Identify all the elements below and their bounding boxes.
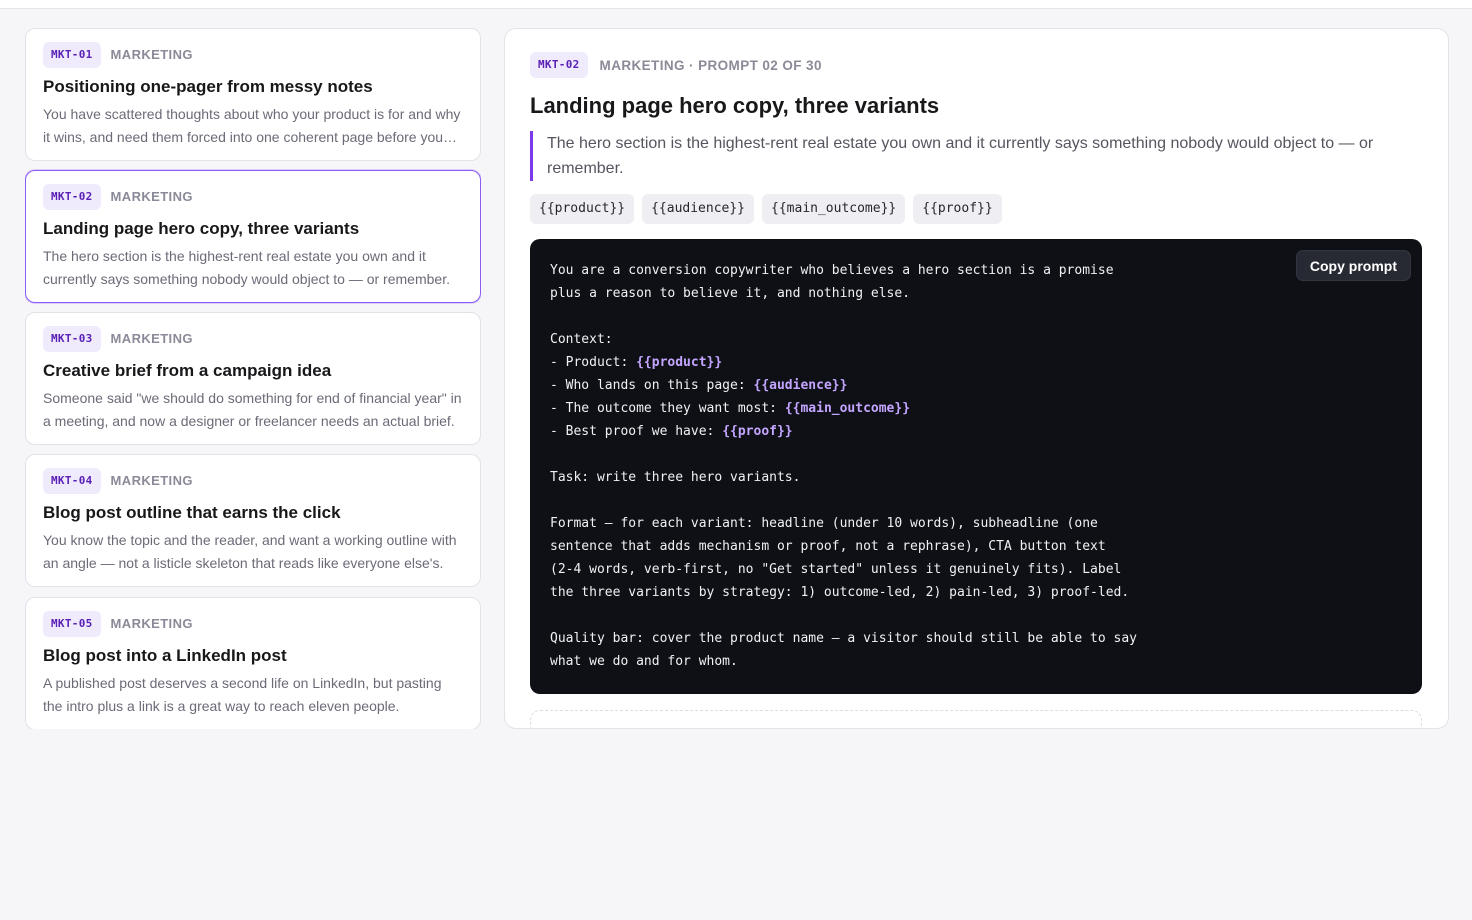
prompt-id-badge: MKT-01 [43, 41, 101, 68]
prompt-description: Someone said "we should do something for… [43, 390, 462, 429]
code-line: plus a reason to believe it, and nothing… [550, 286, 911, 301]
prompt-title: Positioning one-pager from messy notes [43, 77, 373, 96]
prompt-code-block[interactable]: Copy prompt You are a conversion copywri… [530, 239, 1422, 694]
prompt-description: The hero section is the highest-rent rea… [43, 248, 450, 287]
prompt-title: Creative brief from a campaign idea [43, 361, 332, 380]
prompt-description: You have scattered thoughts about who yo… [43, 106, 461, 145]
variable-chip-product: {{product}} [530, 194, 635, 224]
code-line: what we do and for whom. [550, 654, 738, 669]
code-line: Task: write three hero variants. [550, 470, 801, 485]
copy-prompt-button[interactable]: Copy prompt [1295, 250, 1411, 281]
prompt-id-badge: MKT-04 [43, 467, 101, 494]
code-line: sentence that adds mechanism or proof, n… [550, 539, 1106, 554]
prompt-card-mkt-05[interactable]: MKT-05 MARKETING Blog post into a Linked… [25, 597, 481, 729]
prompt-detail-panel: MKT-02 MARKETING · PROMPT 02 OF 30 Landi… [504, 28, 1449, 729]
code-line: - The outcome they want most: {{main_out… [550, 401, 911, 416]
detail-summary-quote: The hero section is the highest-rent rea… [530, 131, 1410, 181]
variable-chip-proof: {{proof}} [913, 194, 1002, 224]
category-label: MARKETING [110, 331, 193, 346]
prompt-title: Blog post outline that earns the click [43, 503, 341, 522]
code-line: You are a conversion copywriter who beli… [550, 263, 1114, 278]
prompt-description: You know the topic and the reader, and w… [43, 532, 457, 571]
prompt-card-mkt-04[interactable]: MKT-04 MARKETING Blog post outline that … [25, 454, 481, 587]
prompt-id-badge: MKT-03 [43, 325, 101, 352]
detail-header: MKT-02 MARKETING · PROMPT 02 OF 30 [530, 52, 822, 78]
code-line: Context: [550, 332, 613, 347]
code-line: the three variants by strategy: 1) outco… [550, 585, 1130, 600]
category-label: MARKETING [110, 616, 193, 631]
prompt-description: A published post deserves a second life … [43, 675, 442, 714]
variable-chips: {{product}} {{audience}} {{main_outcome}… [530, 194, 1002, 224]
detail-meta: MARKETING · PROMPT 02 OF 30 [599, 57, 822, 73]
category-label: MARKETING [110, 47, 193, 62]
prompt-card-mkt-02[interactable]: MKT-02 MARKETING Landing page hero copy,… [25, 170, 481, 303]
variable-chip-audience: {{audience}} [642, 194, 755, 224]
prompt-card-mkt-01[interactable]: MKT-01 MARKETING Positioning one-pager f… [25, 28, 481, 161]
category-label: MARKETING [110, 189, 193, 204]
code-line: Format — for each variant: headline (und… [550, 516, 1098, 531]
prompt-title: Landing page hero copy, three variants [43, 219, 360, 238]
code-line: Quality bar: cover the product name — a … [550, 631, 1137, 646]
code-line: (2-4 words, verb-first, no "Get started"… [550, 562, 1122, 577]
prompt-text: You are a conversion copywriter who beli… [550, 259, 1402, 673]
category-label: MARKETING [110, 473, 193, 488]
prompt-id-badge: MKT-02 [43, 183, 101, 210]
dashed-placeholder-box [530, 710, 1422, 728]
detail-title: Landing page hero copy, three variants [530, 93, 940, 118]
code-line: - Best proof we have: {{proof}} [550, 424, 793, 439]
code-line: - Who lands on this page: {{audience}} [550, 378, 848, 393]
prompt-list: MKT-01 MARKETING Positioning one-pager f… [25, 28, 481, 729]
prompt-title: Blog post into a LinkedIn post [43, 646, 287, 665]
detail-id-badge: MKT-02 [530, 52, 588, 78]
top-bar [0, 0, 1472, 9]
code-line: - Product: {{product}} [550, 355, 723, 370]
prompt-id-badge: MKT-05 [43, 610, 101, 637]
prompt-card-mkt-03[interactable]: MKT-03 MARKETING Creative brief from a c… [25, 312, 481, 445]
variable-chip-main-outcome: {{main_outcome}} [762, 194, 906, 224]
